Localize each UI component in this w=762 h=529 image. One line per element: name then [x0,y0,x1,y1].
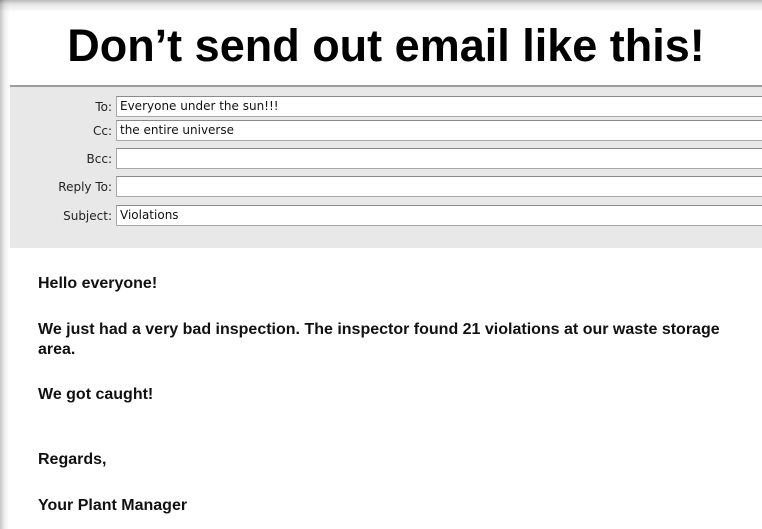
to-field[interactable]: Everyone under the sun!!! [116,96,762,117]
to-label: To: [95,100,112,114]
reply-to-label: Reply To: [58,180,112,194]
bcc-field[interactable] [116,148,762,169]
body-paragraph: We just had a very bad inspection. The i… [38,321,720,358]
reply-to-field[interactable] [116,176,762,197]
bcc-row: Bcc: [10,147,762,171]
slide-frame: Don’t send out email like this! To: Ever… [0,0,762,529]
cc-row: Cc: the entire universe [10,119,762,143]
caught-text: We got caught! [38,386,154,403]
email-header-panel: To: Everyone under the sun!!! Cc: the en… [10,85,762,248]
reply-to-row: Reply To: [10,175,762,199]
top-edge-shadow [0,0,762,12]
greeting-text: Hello everyone! [38,275,158,292]
signature-text: Your Plant Manager [38,497,188,514]
cc-field[interactable]: the entire universe [116,120,762,141]
slide-headline: Don’t send out email like this! [67,20,705,71]
subject-field[interactable]: Violations [116,205,762,226]
to-row: To: Everyone under the sun!!! [10,95,762,119]
subject-label: Subject: [63,209,112,223]
left-edge-shadow [0,0,10,529]
closing-text: Regards, [38,451,107,468]
cc-label: Cc: [92,124,112,138]
subject-row: Subject: Violations [10,204,762,228]
bcc-label: Bcc: [86,152,112,166]
